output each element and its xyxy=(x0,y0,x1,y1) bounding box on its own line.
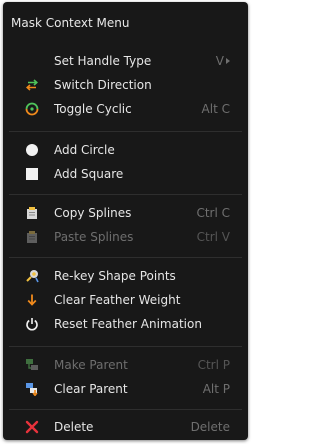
delete-icon xyxy=(25,420,39,434)
menu-item-label: Add Square xyxy=(54,167,124,181)
menu-item-shortcut: Alt C xyxy=(201,102,230,116)
menu-item-label: Re-key Shape Points xyxy=(54,269,176,283)
menu-item-set-handle-type[interactable]: Set Handle Type V xyxy=(5,49,246,73)
menu-item-delete[interactable]: Delete Delete xyxy=(5,415,246,439)
circle-icon xyxy=(25,143,39,157)
menu-item-shortcut: Ctrl C xyxy=(196,206,230,220)
menu-item-shortcut: Ctrl V xyxy=(196,230,230,244)
menu-item-label: Set Handle Type xyxy=(54,54,152,68)
clear-feather-icon xyxy=(25,293,39,307)
menu-item-label: Copy Splines xyxy=(54,206,132,220)
menu-item-shortcut: Alt P xyxy=(202,382,230,396)
menu-item-label: Reset Feather Animation xyxy=(54,317,202,331)
menu-item-shortcut: Ctrl P xyxy=(197,358,230,372)
switch-direction-icon xyxy=(25,78,39,92)
submenu-arrow-icon xyxy=(226,58,230,64)
menu-item-add-square[interactable]: Add Square xyxy=(5,162,246,186)
menu-item-label: Switch Direction xyxy=(54,78,152,92)
menu-item-copy-splines[interactable]: Copy Splines Ctrl C xyxy=(5,201,246,225)
menu-separator xyxy=(9,409,242,410)
menu-title: Mask Context Menu xyxy=(11,16,130,30)
menu-item-clear-feather-weight[interactable]: Clear Feather Weight xyxy=(5,288,246,312)
menu-item-label: Paste Splines xyxy=(54,230,134,244)
menu-item-rekey-shape-points[interactable]: Re-key Shape Points xyxy=(5,264,246,288)
power-icon xyxy=(25,317,39,331)
shortcut-text: V xyxy=(215,54,224,68)
menu-item-label: Add Circle xyxy=(54,143,115,157)
menu-separator xyxy=(9,194,242,195)
toggle-cyclic-icon xyxy=(25,102,39,116)
menu-item-label: Delete xyxy=(54,420,94,434)
menu-item-reset-feather-animation[interactable]: Reset Feather Animation xyxy=(5,312,246,336)
mask-context-menu: Mask Context Menu Set Handle Type V Swit… xyxy=(3,2,248,440)
rekey-icon xyxy=(25,269,39,283)
menu-item-add-circle[interactable]: Add Circle xyxy=(5,138,246,162)
menu-item-label: Make Parent xyxy=(54,358,128,372)
clear-parent-icon xyxy=(25,382,39,396)
square-icon xyxy=(25,167,39,181)
menu-item-toggle-cyclic[interactable]: Toggle Cyclic Alt C xyxy=(5,97,246,121)
menu-item-label: Toggle Cyclic xyxy=(54,102,132,116)
menu-item-shortcut: V xyxy=(216,53,230,69)
menu-item-clear-parent[interactable]: Clear Parent Alt P xyxy=(5,377,246,401)
paste-icon xyxy=(25,230,39,244)
menu-item-shortcut: Delete xyxy=(190,420,230,434)
menu-item-label: Clear Parent xyxy=(54,382,128,396)
menu-item-make-parent[interactable]: Make Parent Ctrl P xyxy=(5,353,246,377)
menu-separator xyxy=(9,257,242,258)
menu-item-label: Clear Feather Weight xyxy=(54,293,181,307)
menu-separator xyxy=(9,346,242,347)
menu-item-paste-splines[interactable]: Paste Splines Ctrl V xyxy=(5,225,246,249)
copy-icon xyxy=(25,206,39,220)
menu-item-switch-direction[interactable]: Switch Direction xyxy=(5,73,246,97)
make-parent-icon xyxy=(25,358,39,372)
menu-separator xyxy=(9,131,242,132)
